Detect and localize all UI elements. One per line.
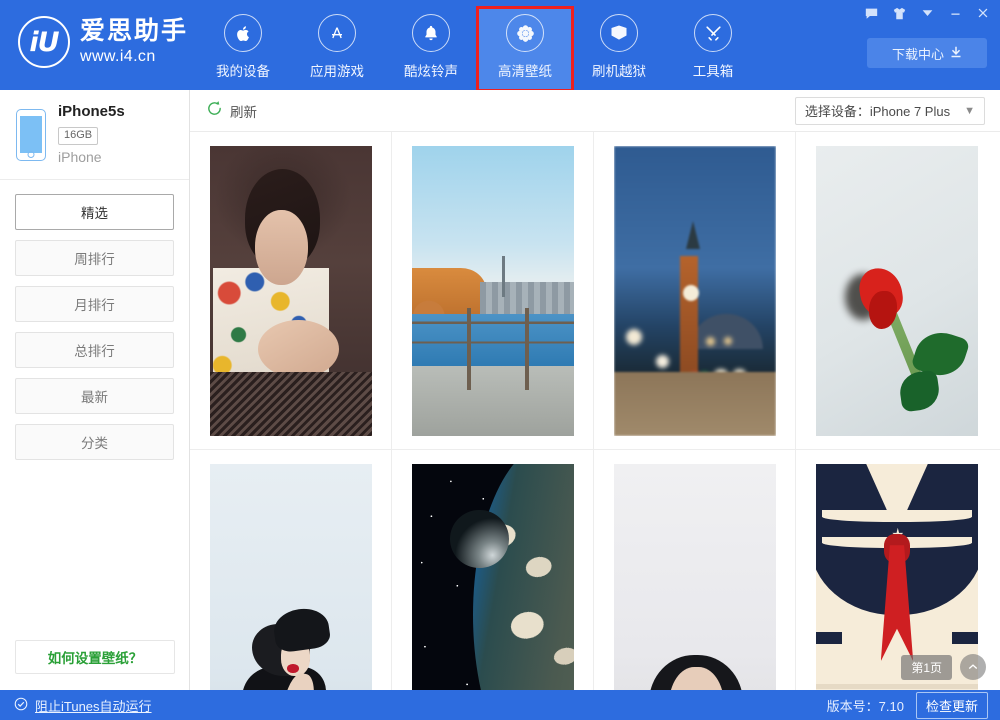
wallpaper-grid: 第1页 — [190, 132, 1000, 690]
sidebar-item-category[interactable]: 分类 — [15, 424, 174, 460]
wallpaper-thumbnail — [209, 464, 372, 690]
nav-item-ringtones[interactable]: 酷炫铃声 — [384, 8, 478, 90]
device-type: iPhone — [58, 148, 102, 165]
nav-item-toolbox[interactable]: 工具箱 — [666, 8, 760, 90]
sidebar-menu: 精选 周排行 月排行 总排行 最新 分类 — [0, 180, 189, 460]
device-select-dropdown[interactable]: 选择设备：iPhone 7 Plus ▼ — [794, 96, 985, 125]
wallpaper-row — [190, 132, 1000, 450]
wallpaper-item[interactable] — [594, 132, 796, 450]
skin-icon[interactable] — [886, 1, 912, 25]
wallpaper-thumbnail — [411, 146, 574, 436]
sidebar-item-newest[interactable]: 最新 — [15, 378, 174, 414]
check-update-button[interactable]: 检查更新 — [915, 691, 988, 719]
app-window: iU 爱思助手 www.i4.cn 我的设备 应用游戏 酷炫铃声 高清壁纸 刷机… — [0, 0, 1000, 720]
window-controls — [858, 0, 996, 26]
status-bar: 阻止iTunes自动运行 版本号：7.10 检查更新 — [0, 690, 1000, 720]
wallpaper-thumbnail — [613, 146, 776, 436]
check-circle-icon — [14, 697, 28, 714]
status-bar-right: 版本号：7.10 检查更新 — [826, 691, 988, 719]
minimize-icon[interactable] — [942, 1, 968, 25]
main-nav: 我的设备 应用游戏 酷炫铃声 高清壁纸 刷机越狱 工具箱 — [196, 6, 760, 90]
brand-url: www.i4.cn — [80, 48, 156, 65]
nav-item-flash-jailbreak[interactable]: 刷机越狱 — [572, 8, 666, 90]
version-label: 版本号：7.10 — [826, 698, 904, 714]
nav-label: 我的设备 — [216, 64, 270, 79]
chevron-down-icon: ▼ — [964, 104, 975, 117]
device-select-value: iPhone 7 Plus — [869, 104, 951, 119]
nav-item-apps-games[interactable]: 应用游戏 — [290, 8, 384, 90]
wallpaper-item[interactable] — [392, 132, 594, 450]
device-select-text: 选择设备：iPhone 7 Plus — [805, 101, 950, 120]
nav-item-wallpapers[interactable]: 高清壁纸 — [476, 6, 574, 90]
wallpaper-row — [190, 450, 1000, 690]
nav-label: 工具箱 — [692, 64, 734, 79]
wallpaper-thumbnail — [816, 146, 978, 436]
content-toolbar: 刷新 选择设备：iPhone 7 Plus ▼ — [190, 90, 1000, 132]
device-select-label: 选择设备： — [804, 104, 870, 119]
feedback-icon[interactable] — [858, 1, 884, 25]
refresh-icon — [206, 100, 223, 122]
device-capacity-badge: 16GB — [58, 126, 99, 145]
wallpaper-item[interactable] — [392, 450, 594, 690]
apple-icon — [224, 14, 262, 52]
bell-icon — [412, 14, 450, 52]
phone-icon — [16, 108, 46, 161]
nav-item-my-device[interactable]: 我的设备 — [196, 8, 290, 90]
brand-name: 爱思助手 — [80, 17, 189, 45]
refresh-button[interactable]: 刷新 — [206, 100, 257, 122]
wallpaper-thumbnail — [411, 464, 574, 690]
nav-label: 酷炫铃声 — [404, 64, 458, 79]
title-bar: iU 爱思助手 www.i4.cn 我的设备 应用游戏 酷炫铃声 高清壁纸 刷机… — [0, 0, 1000, 90]
sidebar-item-monthly-rank[interactable]: 月排行 — [15, 286, 174, 322]
block-itunes-toggle[interactable]: 阻止iTunes自动运行 — [14, 696, 152, 715]
wallpaper-thumbnail — [613, 464, 776, 690]
device-name: iPhone5s — [58, 103, 125, 120]
box-icon — [600, 14, 638, 52]
tools-icon — [694, 14, 732, 52]
brand-mark-icon: iU — [18, 16, 70, 68]
download-center-button[interactable]: 下载中心 — [867, 38, 987, 68]
how-to-set-wallpaper-link[interactable]: 如何设置壁纸？ — [15, 640, 175, 674]
wallpaper-item[interactable] — [594, 450, 796, 690]
sidebar: iPhone5s 16GB iPhone 精选 周排行 月排行 总排行 最新 分… — [0, 90, 190, 690]
download-center-label: 下载中心 — [891, 46, 944, 62]
chevron-up-icon[interactable] — [960, 654, 986, 680]
wallpaper-item[interactable] — [190, 450, 392, 690]
wallpaper-item[interactable] — [190, 132, 392, 450]
block-itunes-label: 阻止iTunes自动运行 — [35, 698, 152, 714]
sidebar-item-featured[interactable]: 精选 — [15, 194, 174, 230]
sidebar-item-weekly-rank[interactable]: 周排行 — [15, 240, 174, 276]
brand-logo: iU 爱思助手 www.i4.cn — [18, 16, 188, 68]
nav-label: 应用游戏 — [310, 64, 364, 79]
refresh-label: 刷新 — [230, 104, 257, 120]
sidebar-item-total-rank[interactable]: 总排行 — [15, 332, 174, 368]
wallpaper-item[interactable] — [796, 132, 998, 450]
more-icon[interactable] — [914, 1, 940, 25]
close-icon[interactable] — [970, 1, 996, 25]
nav-label: 刷机越狱 — [592, 64, 646, 79]
content-area: 刷新 选择设备：iPhone 7 Plus ▼ 第1页 — [190, 90, 1000, 690]
download-icon — [950, 46, 962, 61]
device-card[interactable]: iPhone5s 16GB iPhone — [0, 90, 189, 180]
pagination: 第1页 — [901, 654, 986, 680]
page-indicator[interactable]: 第1页 — [901, 654, 952, 680]
appstore-icon — [318, 14, 356, 52]
flower-icon — [506, 14, 544, 52]
nav-label: 高清壁纸 — [498, 64, 552, 79]
wallpaper-thumbnail — [209, 146, 372, 436]
